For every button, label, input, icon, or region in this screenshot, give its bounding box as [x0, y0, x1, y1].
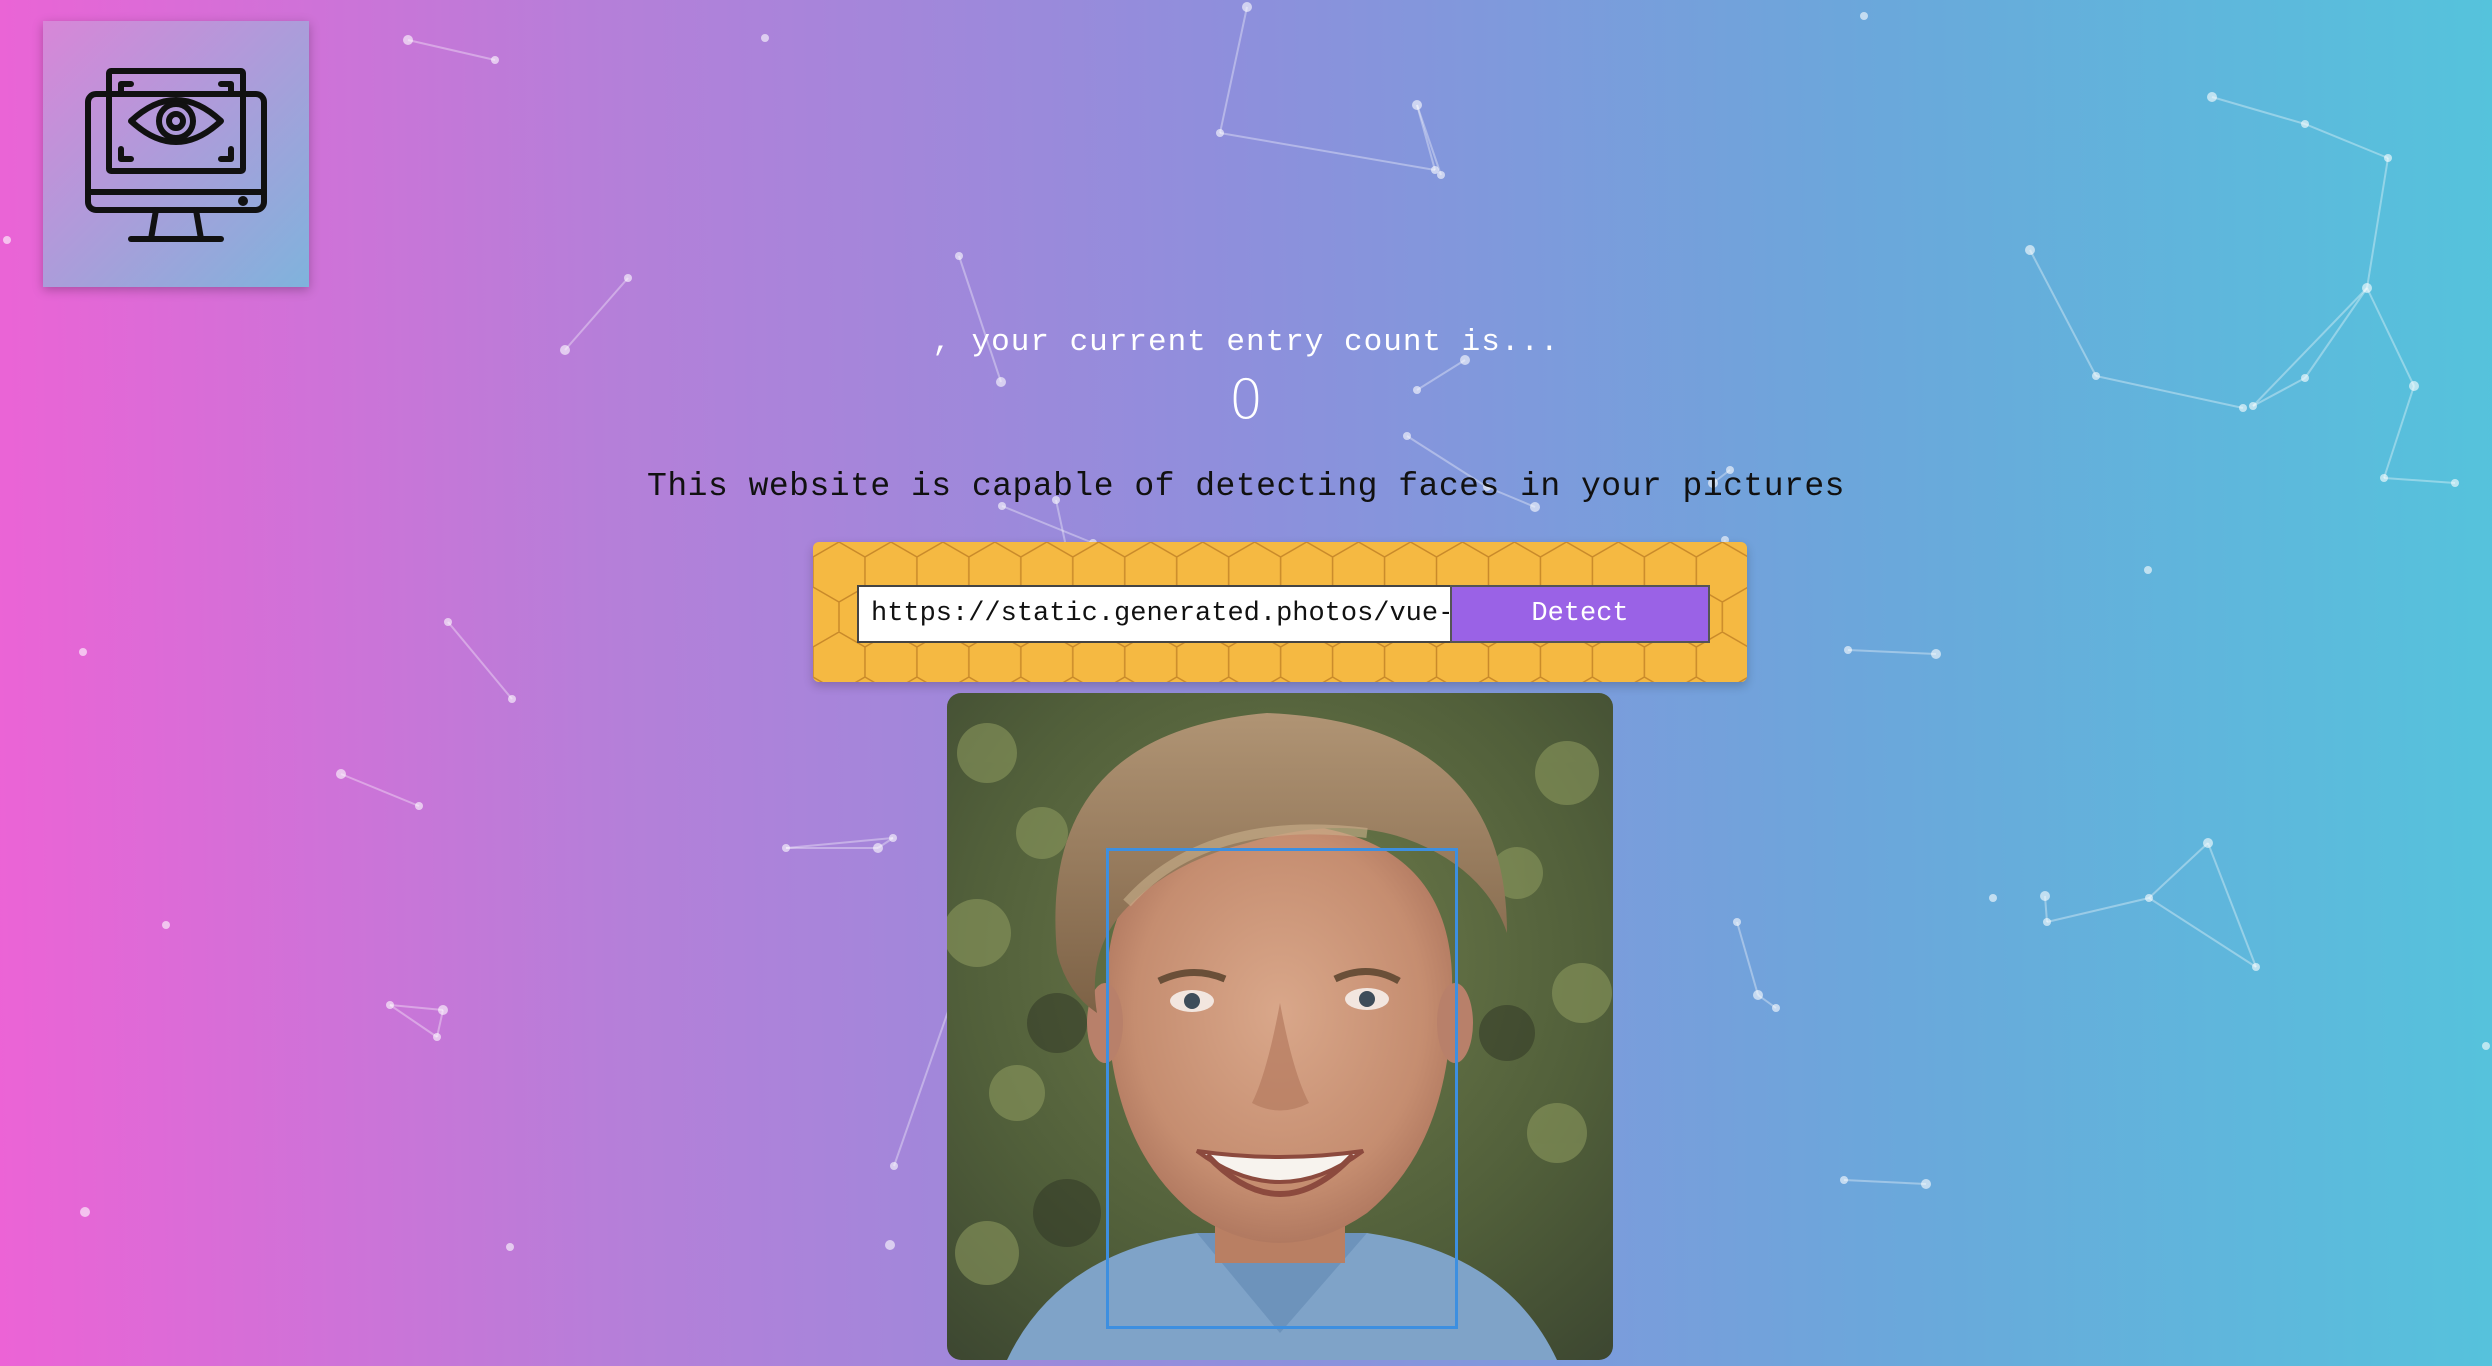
particle-link — [1736, 921, 1759, 996]
particle-dot — [336, 769, 346, 779]
particle-dot — [2144, 566, 2152, 574]
particle-dot — [955, 252, 963, 260]
particle-link — [958, 255, 1002, 383]
particle-dot — [415, 802, 423, 810]
app-logo[interactable] — [43, 21, 309, 287]
particle-dot — [1733, 918, 1741, 926]
particle-dot — [890, 1162, 898, 1170]
particle-dot — [1840, 1176, 1848, 1184]
particle-dot — [403, 35, 413, 45]
particle-link — [389, 1004, 438, 1038]
particle-dot — [873, 843, 883, 853]
particle-dot — [1437, 171, 1445, 179]
particle-dot — [1844, 646, 1852, 654]
particle-dot — [1860, 12, 1868, 20]
particle-dot — [80, 1207, 90, 1217]
particle-dot — [433, 1033, 441, 1041]
particle-dot — [2043, 918, 2051, 926]
particle-link — [1001, 505, 1094, 544]
particle-link — [2148, 842, 2209, 899]
particle-dot — [79, 648, 87, 656]
entry-count-greeting: , your current entry count is... — [932, 325, 1560, 360]
particle-dot — [491, 56, 499, 64]
particle-dot — [624, 274, 632, 282]
image-url-input[interactable] — [857, 585, 1463, 643]
particle-dot — [1931, 649, 1941, 659]
particle-dot — [761, 34, 769, 42]
site-description: This website is capable of detecting fac… — [647, 468, 1845, 505]
detect-button[interactable]: Detect — [1450, 585, 1710, 643]
particle-link — [2207, 842, 2257, 968]
particle-dot — [1921, 1179, 1931, 1189]
particle-dot — [2252, 963, 2260, 971]
url-form-panel: Detect — [813, 542, 1747, 682]
particle-dot — [162, 921, 170, 929]
entry-count-value: 0 — [1228, 368, 1264, 431]
particle-dot — [1772, 1004, 1780, 1012]
particle-link — [2046, 897, 2150, 923]
particle-dot — [1403, 432, 1411, 440]
particle-link — [1416, 104, 1442, 176]
particle-dot — [2482, 1042, 2490, 1050]
particle-dot — [1242, 2, 1252, 12]
result-image — [947, 693, 1613, 1360]
particle-link — [1219, 132, 1436, 171]
particle-link — [340, 773, 420, 807]
particle-dot — [444, 618, 452, 626]
particle-link — [2304, 123, 2389, 159]
particle-dot — [2362, 283, 2372, 293]
particle-link — [1843, 1179, 1927, 1185]
particle-dot — [3, 236, 11, 244]
particle-link — [1219, 6, 1248, 134]
particle-dot — [1216, 129, 1224, 137]
particle-link — [407, 39, 496, 61]
particle-dot — [438, 1005, 448, 1015]
particle-dot — [889, 834, 897, 842]
particle-dot — [1989, 894, 1997, 902]
particle-dot — [1412, 100, 1422, 110]
particle-dot — [1753, 990, 1763, 1000]
particle-dot — [508, 695, 516, 703]
particle-dot — [506, 1243, 514, 1251]
particle-dot — [2145, 894, 2153, 902]
particle-dot — [2203, 838, 2213, 848]
particle-link — [1847, 649, 1937, 655]
particle-dot — [885, 1240, 895, 1250]
particle-dot — [386, 1001, 394, 1009]
face-bounding-box — [1106, 848, 1458, 1329]
particle-link — [2366, 157, 2389, 289]
particle-dot — [2384, 154, 2392, 162]
particle-dot — [2207, 92, 2217, 102]
particle-dot — [2301, 120, 2309, 128]
particle-link — [447, 621, 513, 700]
monitor-eye-icon — [85, 68, 267, 242]
particle-link — [2211, 96, 2306, 125]
particle-dot — [782, 844, 790, 852]
particle-dot — [2040, 891, 2050, 901]
particle-link — [2148, 897, 2257, 968]
particle-dot — [2025, 245, 2035, 255]
